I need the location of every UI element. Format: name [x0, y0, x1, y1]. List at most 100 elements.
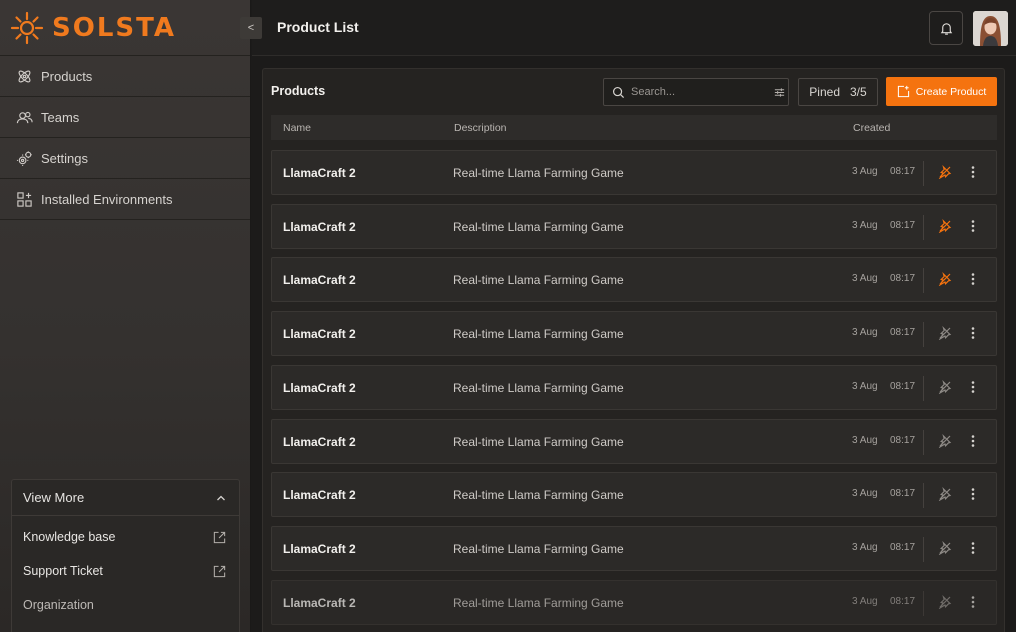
more-options-icon[interactable] — [966, 433, 980, 449]
created-time: 08:17 — [890, 219, 916, 231]
table-row[interactable]: LlamaCraft 2 Real-time Llama Farming Gam… — [271, 203, 997, 249]
pined-counter: Pined 3/5 — [798, 78, 878, 106]
column-name: Name — [283, 122, 312, 134]
panel-title: Products — [271, 84, 326, 98]
chevron-up-icon — [217, 495, 225, 500]
sidebar-item-installed-environments[interactable]: Installed Environments — [0, 179, 250, 220]
created-time: 08:17 — [890, 273, 916, 285]
organization-link[interactable]: Organization — [12, 588, 239, 622]
brand-name: SOLSTA — [52, 12, 176, 43]
page-title: Product List — [277, 19, 359, 35]
created-date: 3 Aug — [852, 219, 878, 231]
created-date: 3 Aug — [852, 541, 878, 553]
pin-icon[interactable] — [938, 326, 952, 341]
created-date: 3 Aug — [852, 273, 878, 285]
table-row[interactable]: LlamaCraft 2 Real-time Llama Farming Gam… — [271, 257, 997, 303]
pined-count: 3/5 — [850, 85, 867, 99]
pin-icon[interactable] — [938, 594, 952, 609]
product-name: LlamaCraft 2 — [283, 434, 356, 449]
created-time: 08:17 — [890, 488, 916, 500]
row-divider — [923, 483, 924, 509]
row-divider — [923, 590, 924, 616]
product-name: LlamaCraft 2 — [283, 380, 356, 395]
row-divider — [923, 268, 924, 294]
notifications-button[interactable] — [929, 11, 963, 45]
sun-logo-icon — [10, 11, 44, 44]
create-product-button[interactable]: Create Product — [886, 77, 997, 106]
created-date: 3 Aug — [852, 166, 878, 177]
atom-icon — [18, 70, 31, 82]
product-name: LlamaCraft 2 — [283, 595, 356, 610]
created-time: 08:17 — [890, 166, 916, 177]
sidebar-item-settings[interactable]: Settings — [0, 138, 250, 179]
view-more-label: View More — [23, 490, 85, 505]
more-options-icon[interactable] — [966, 164, 980, 180]
gears-icon — [16, 150, 32, 166]
created-time: 08:17 — [890, 434, 916, 446]
product-description: Real-time Llama Farming Game — [453, 327, 624, 342]
more-options-icon[interactable] — [966, 594, 980, 610]
product-name: LlamaCraft 2 — [283, 327, 356, 342]
table-row[interactable]: LlamaCraft 2 Real-time Llama Farming Gam… — [271, 418, 997, 464]
created-date: 3 Aug — [852, 595, 878, 607]
search-input[interactable] — [631, 86, 773, 98]
sidebar-item-label: Installed Environments — [41, 191, 173, 207]
table-row[interactable]: LlamaCraft 2 Real-time Llama Farming Gam… — [271, 364, 997, 410]
logo[interactable]: SOLSTA — [0, 0, 250, 56]
filter-sliders-icon[interactable] — [773, 86, 786, 99]
support-ticket-link[interactable]: Support Ticket — [12, 554, 239, 588]
row-divider — [923, 161, 924, 186]
user-avatar[interactable] — [973, 11, 1008, 46]
more-options-icon[interactable] — [966, 379, 980, 395]
column-created: Created — [853, 122, 891, 134]
more-options-icon[interactable] — [966, 486, 980, 502]
product-description: Real-time Llama Farming Game — [453, 380, 624, 395]
product-name: LlamaCraft 2 — [283, 541, 356, 556]
new-document-icon — [897, 85, 909, 98]
table-row[interactable]: LlamaCraft 2 Real-time Llama Farming Gam… — [271, 472, 997, 518]
created-date: 3 Aug — [852, 380, 878, 392]
table-row[interactable]: LlamaCraft 2 Real-time Llama Farming Gam… — [271, 525, 997, 571]
more-options-icon[interactable] — [966, 218, 980, 234]
table-row[interactable]: LlamaCraft 2 Real-time Llama Farming Gam… — [271, 311, 997, 357]
table-row[interactable]: LlamaCraft 2 Real-time Llama Farming Gam… — [271, 579, 997, 625]
pin-icon[interactable] — [938, 487, 952, 502]
row-divider — [923, 375, 924, 401]
more-options-icon[interactable] — [966, 540, 980, 556]
users-icon — [16, 111, 33, 123]
external-link-icon — [213, 531, 226, 543]
pin-icon[interactable] — [938, 540, 952, 555]
pin-icon[interactable] — [938, 433, 952, 448]
pin-icon[interactable] — [938, 165, 952, 179]
support-ticket-label: Support Ticket — [23, 564, 103, 578]
pin-icon[interactable] — [938, 272, 952, 287]
top-header: Product List — [252, 0, 1016, 56]
pined-label: Pined — [809, 85, 840, 99]
row-divider — [923, 214, 924, 240]
external-link-icon — [213, 565, 226, 577]
organization-label: Organization — [23, 598, 94, 612]
more-options-icon[interactable] — [966, 271, 980, 287]
more-options-icon[interactable] — [966, 325, 980, 341]
created-time: 08:17 — [890, 541, 916, 553]
created-time: 08:17 — [890, 595, 916, 607]
product-description: Real-time Llama Farming Game — [453, 219, 624, 234]
pin-icon[interactable] — [938, 218, 952, 233]
table-row[interactable]: LlamaCraft 2 Real-time Llama Farming Gam… — [271, 150, 997, 195]
create-product-label: Create Product — [915, 85, 987, 98]
collapse-sidebar-button[interactable]: < — [240, 17, 262, 39]
product-name: LlamaCraft 2 — [283, 273, 356, 288]
view-more-toggle[interactable]: View More — [12, 480, 239, 516]
sidebar-item-products[interactable]: Products — [0, 56, 250, 97]
row-divider — [923, 536, 924, 562]
created-date: 3 Aug — [852, 434, 878, 446]
created-time: 08:17 — [890, 380, 916, 392]
sidebar-item-teams[interactable]: Teams — [0, 97, 250, 138]
knowledge-base-link[interactable]: Knowledge base — [12, 520, 239, 554]
pin-icon[interactable] — [938, 379, 952, 394]
created-date: 3 Aug — [852, 327, 878, 339]
product-description: Real-time Llama Farming Game — [453, 595, 624, 610]
product-name: LlamaCraft 2 — [283, 219, 356, 234]
product-description: Real-time Llama Farming Game — [453, 273, 624, 288]
grid-plus-icon — [17, 191, 32, 207]
